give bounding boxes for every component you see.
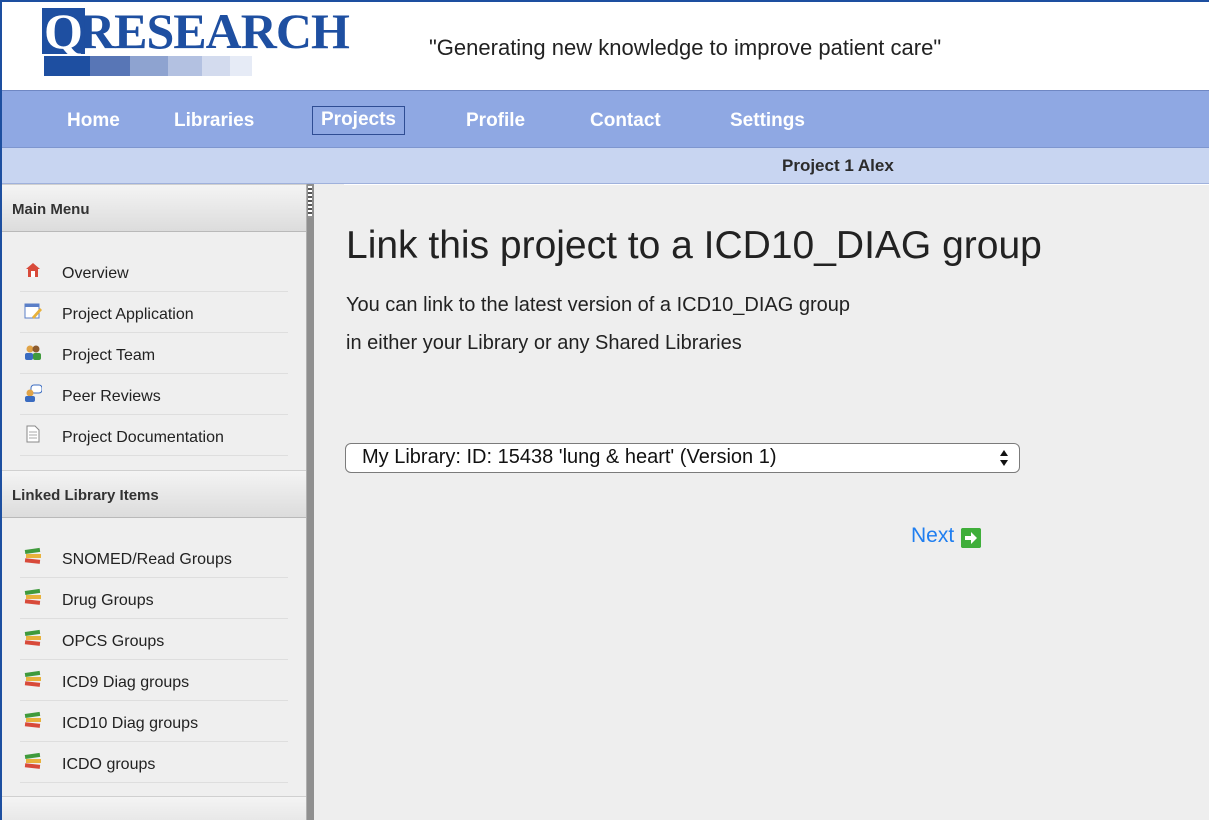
description-line-2: in either your Library or any Shared Lib…	[346, 332, 742, 354]
main-menu-header: Main Menu	[2, 184, 306, 232]
header: Q RESEARCH "Generating new knowledge to …	[2, 2, 1209, 90]
sidebar-item-label: Drug Groups	[62, 592, 154, 609]
app-window: Q RESEARCH "Generating new knowledge to …	[0, 0, 1209, 820]
sidebar-item-project-team[interactable]: Project Team	[20, 334, 288, 374]
nav-projects[interactable]: Projects	[312, 106, 405, 135]
books-icon	[24, 752, 41, 769]
sidebar-item-label: OPCS Groups	[62, 633, 165, 650]
books-icon	[24, 588, 41, 605]
sidebar-item-label: ICD9 Diag groups	[62, 674, 190, 691]
splitter-grip[interactable]	[308, 186, 312, 216]
sidebar-item-overview[interactable]: Overview	[20, 252, 288, 292]
next-link[interactable]: Next	[911, 524, 954, 548]
home-icon	[26, 263, 40, 277]
project-bar: Project 1 Alex	[2, 148, 1209, 184]
sidebar-item-label: Project Documentation	[62, 429, 224, 446]
linked-library-items-title: Linked Library Items	[12, 487, 159, 504]
main-content: Link this project to a ICD10_DIAG group …	[314, 184, 1209, 820]
page-title: Link this project to a ICD10_DIAG group	[346, 224, 1042, 267]
document-icon	[26, 425, 40, 443]
logo-gradient-bars	[44, 56, 252, 76]
sidebar-item-label: Project Team	[62, 347, 156, 364]
nav-libraries[interactable]: Libraries	[174, 109, 254, 133]
peer-review-icon	[25, 384, 42, 402]
nav-contact[interactable]: Contact	[590, 109, 661, 133]
nav-profile[interactable]: Profile	[466, 109, 525, 133]
books-icon	[24, 670, 41, 687]
sidebar-item-snomed-read-groups[interactable]: SNOMED/Read Groups	[20, 538, 288, 578]
nav-home[interactable]: Home	[67, 109, 120, 133]
team-icon	[25, 345, 41, 360]
sidebar-footer-section	[2, 796, 306, 820]
form-edit-icon	[24, 303, 42, 319]
sidebar-splitter[interactable]	[306, 184, 314, 820]
tagline: "Generating new knowledge to improve pat…	[429, 35, 942, 60]
group-select-value: My Library: ID: 15438 'lung & heart' (Ve…	[362, 446, 777, 468]
group-select[interactable]: My Library: ID: 15438 'lung & heart' (Ve…	[345, 443, 1020, 473]
logo-wordmark: RESEARCH	[79, 3, 350, 59]
books-icon	[24, 629, 41, 646]
sidebar-item-project-application[interactable]: Project Application	[20, 293, 288, 333]
sidebar-item-label: Overview	[62, 265, 129, 282]
sidebar-item-icdo-groups[interactable]: ICDO groups	[20, 743, 288, 783]
sidebar-item-project-documentation[interactable]: Project Documentation	[20, 416, 288, 456]
main-divider	[344, 184, 1209, 185]
arrow-right-icon[interactable]	[961, 528, 981, 548]
project-name: Project 1 Alex	[782, 156, 894, 175]
select-arrows-icon	[1000, 450, 1008, 466]
sidebar-item-peer-reviews[interactable]: Peer Reviews	[20, 375, 288, 415]
nav-settings[interactable]: Settings	[730, 109, 805, 133]
main-menu-title: Main Menu	[12, 201, 90, 218]
linked-library-items-header: Linked Library Items	[2, 470, 306, 518]
sidebar: Main Menu Overview Project Application P…	[2, 184, 306, 820]
sidebar-item-label: Project Application	[62, 306, 194, 323]
books-icon	[24, 711, 41, 728]
sidebar-item-label: ICD10 Diag groups	[62, 715, 199, 732]
sidebar-item-drug-groups[interactable]: Drug Groups	[20, 579, 288, 619]
top-nav: Home Libraries Projects Profile Contact …	[2, 90, 1209, 148]
description-line-1: You can link to the latest version of a …	[346, 294, 850, 316]
books-icon	[24, 547, 41, 564]
sidebar-item-opcs-groups[interactable]: OPCS Groups	[20, 620, 288, 660]
sidebar-item-icd10-diag-groups[interactable]: ICD10 Diag groups	[20, 702, 288, 742]
qresearch-logo: Q RESEARCH	[42, 3, 350, 76]
sidebar-item-label: SNOMED/Read Groups	[62, 551, 232, 568]
sidebar-item-label: Peer Reviews	[62, 388, 161, 405]
sidebar-item-label: ICDO groups	[62, 756, 156, 773]
sidebar-item-icd9-diag-groups[interactable]: ICD9 Diag groups	[20, 661, 288, 701]
